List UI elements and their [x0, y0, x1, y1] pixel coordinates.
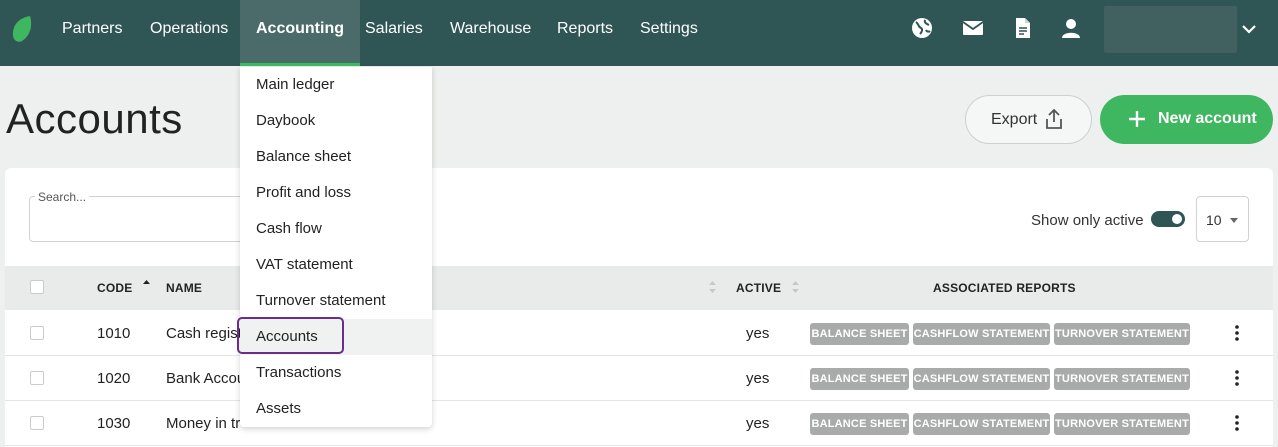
- sort-ascending-icon[interactable]: [142, 279, 151, 293]
- account-code: 1030: [97, 415, 131, 432]
- menu-item-accounts[interactable]: Accounts: [240, 319, 432, 355]
- badge-turnover-statement: TURNOVER STATEMENT: [1054, 368, 1190, 390]
- select-all-checkbox[interactable]: [30, 280, 44, 294]
- nav-operations[interactable]: Operations: [150, 0, 228, 66]
- badge-cashflow-statement: CASHFLOW STATEMENT: [913, 413, 1050, 435]
- per-page-select[interactable]: 10: [1196, 196, 1249, 242]
- sort-icon[interactable]: [791, 280, 800, 294]
- accounts-card: Search... Show only active 10 CODE NAME …: [5, 168, 1273, 447]
- accounting-dropdown-menu: Main ledger Daybook Balance sheet Profit…: [237, 67, 432, 427]
- more-options-icon[interactable]: [1235, 415, 1239, 431]
- page-title: Accounts: [6, 95, 183, 142]
- menu-item-turnover-statement[interactable]: Turnover statement: [240, 283, 432, 319]
- user-icon[interactable]: [1059, 16, 1083, 40]
- column-header-associated-reports: ASSOCIATED REPORTS: [933, 281, 1076, 295]
- nav-salaries[interactable]: Salaries: [365, 0, 423, 66]
- mail-icon[interactable]: [961, 16, 985, 40]
- column-header-code[interactable]: CODE: [97, 281, 132, 295]
- row-checkbox[interactable]: [30, 416, 44, 430]
- account-name[interactable]: Money in tr: [166, 415, 240, 432]
- export-button-label: Export: [991, 111, 1038, 128]
- table-header: CODE NAME ACTIVE ASSOCIATED REPORTS: [5, 266, 1273, 310]
- badge-cashflow-statement: CASHFLOW STATEMENT: [913, 368, 1050, 390]
- account-active: yes: [746, 325, 770, 342]
- table-row[interactable]: 1010 Cash regist yes BALANCE SHEET CASHF…: [5, 311, 1273, 356]
- account-name[interactable]: Cash regist: [166, 325, 242, 342]
- show-only-active-label: Show only active: [1031, 212, 1144, 229]
- menu-item-vat-statement[interactable]: VAT statement: [240, 247, 432, 283]
- row-checkbox[interactable]: [30, 371, 44, 385]
- account-active: yes: [746, 415, 770, 432]
- badge-turnover-statement: TURNOVER STATEMENT: [1054, 413, 1190, 435]
- nav-settings[interactable]: Settings: [640, 0, 698, 66]
- menu-item-assets[interactable]: Assets: [240, 391, 432, 427]
- menu-item-profit-and-loss[interactable]: Profit and loss: [240, 175, 432, 211]
- document-icon[interactable]: [1011, 16, 1035, 40]
- badge-balance-sheet: BALANCE SHEET: [810, 323, 909, 345]
- row-checkbox[interactable]: [30, 326, 44, 340]
- globe-icon[interactable]: [910, 16, 934, 40]
- chevron-down-icon[interactable]: [1240, 20, 1258, 38]
- account-code: 1010: [97, 325, 131, 342]
- new-account-button-label: New account: [1158, 110, 1257, 127]
- more-options-icon[interactable]: [1235, 370, 1239, 386]
- nav-warehouse[interactable]: Warehouse: [450, 0, 531, 66]
- badge-turnover-statement: TURNOVER STATEMENT: [1054, 323, 1190, 345]
- account-name[interactable]: Bank Accou: [166, 370, 245, 387]
- export-button[interactable]: Export: [965, 95, 1092, 144]
- sort-icon[interactable]: [708, 280, 717, 294]
- upload-icon: [1046, 108, 1062, 129]
- plus-icon: [1129, 111, 1145, 127]
- nav-accounting[interactable]: Accounting: [240, 0, 360, 66]
- top-navigation-bar: Partners Operations Accounting Salaries …: [0, 0, 1278, 66]
- table-row[interactable]: 1020 Bank Accou yes BALANCE SHEET CASHFL…: [5, 356, 1273, 401]
- table-row[interactable]: 1030 Money in tr yes BALANCE SHEET CASHF…: [5, 401, 1273, 446]
- nav-partners[interactable]: Partners: [62, 0, 122, 66]
- per-page-value: 10: [1206, 212, 1222, 228]
- column-header-active[interactable]: ACTIVE: [736, 281, 781, 295]
- caret-down-icon: [1230, 218, 1238, 223]
- badge-cashflow-statement: CASHFLOW STATEMENT: [913, 323, 1050, 345]
- show-only-active-toggle[interactable]: [1151, 211, 1185, 227]
- menu-item-balance-sheet[interactable]: Balance sheet: [240, 139, 432, 175]
- menu-item-transactions[interactable]: Transactions: [240, 355, 432, 391]
- user-account-box[interactable]: [1104, 6, 1237, 53]
- badge-balance-sheet: BALANCE SHEET: [810, 413, 909, 435]
- column-header-name[interactable]: NAME: [166, 281, 202, 295]
- menu-item-cash-flow[interactable]: Cash flow: [240, 211, 432, 247]
- logo-leaf-icon[interactable]: [10, 14, 34, 44]
- nav-reports[interactable]: Reports: [557, 0, 613, 66]
- more-options-icon[interactable]: [1235, 325, 1239, 341]
- badge-balance-sheet: BALANCE SHEET: [810, 368, 909, 390]
- account-code: 1020: [97, 370, 131, 387]
- menu-item-daybook[interactable]: Daybook: [240, 103, 432, 139]
- account-active: yes: [746, 370, 770, 387]
- search-placeholder: Search...: [35, 190, 90, 204]
- menu-item-main-ledger[interactable]: Main ledger: [240, 67, 432, 103]
- new-account-button[interactable]: New account: [1100, 95, 1273, 144]
